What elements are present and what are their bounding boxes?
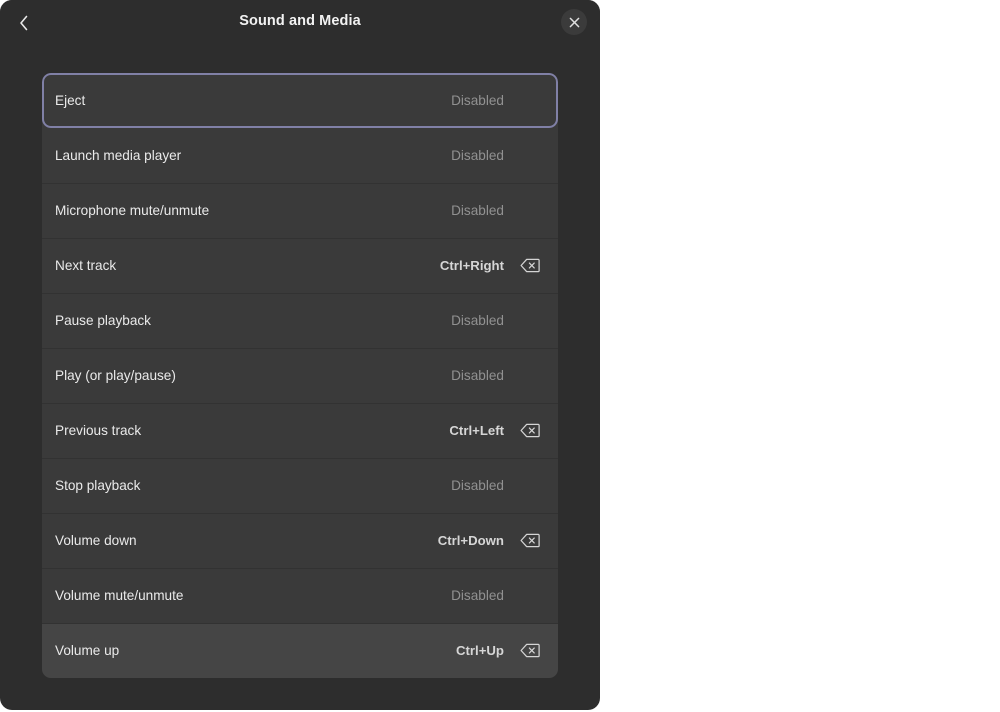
shortcut-list-container: Eject Disabled Launch media player Disabled… [42,73,558,678]
shortcut-name: Launch media player [55,148,182,163]
clear-icon-spacer [519,203,541,219]
backspace-clear-icon[interactable] [519,258,541,274]
backspace-clear-icon[interactable] [519,533,541,549]
shortcut-disabled-label: Disabled [451,148,504,163]
shortcut-row[interactable]: Stop playback Disabled [42,458,558,513]
backspace-clear-icon[interactable] [519,423,541,439]
shortcut-row[interactable]: Play (or play/pause) Disabled [42,348,558,403]
shortcut-accelerator: Ctrl+Left [449,423,504,438]
shortcut-name: Pause playback [55,313,151,328]
shortcut-row[interactable]: Volume mute/unmute Disabled [42,568,558,623]
shortcut-name: Stop playback [55,478,141,493]
shortcut-disabled-label: Disabled [451,203,504,218]
clear-icon-spacer [519,478,541,494]
sound-and-media-dialog: Sound and Media Eject Disabled Launch medi… [0,0,600,710]
shortcut-row[interactable]: Launch media player Disabled [42,128,558,183]
shortcut-name: Next track [55,258,117,273]
clear-icon-spacer [519,588,541,604]
shortcut-row[interactable]: Microphone mute/unmute Disabled [42,183,558,238]
clear-icon-spacer [519,368,541,384]
shortcut-disabled-label: Disabled [451,588,504,603]
clear-icon-spacer [519,313,541,329]
shortcut-row[interactable]: Volume up Ctrl+Up [42,623,558,678]
shortcut-name: Play (or play/pause) [55,368,176,383]
shortcut-accelerator: Ctrl+Up [456,643,504,658]
shortcut-name: Microphone mute/unmute [55,203,210,218]
shortcut-row[interactable]: Eject Disabled [42,73,558,128]
shortcut-disabled-label: Disabled [451,368,504,383]
close-button[interactable] [561,9,587,35]
close-icon [569,17,580,28]
shortcut-disabled-label: Disabled [451,93,504,108]
backspace-clear-icon[interactable] [519,643,541,659]
shortcut-row[interactable]: Pause playback Disabled [42,293,558,348]
clear-icon-spacer [519,93,541,109]
shortcut-disabled-label: Disabled [451,313,504,328]
shortcut-disabled-label: Disabled [451,478,504,493]
shortcut-name: Previous track [55,423,142,438]
shortcut-row[interactable]: Next track Ctrl+Right [42,238,558,293]
shortcut-accelerator: Ctrl+Right [439,258,504,273]
shortcut-name: Volume mute/unmute [55,588,184,603]
shortcut-row[interactable]: Previous track Ctrl+Left [42,403,558,458]
header-bar: Sound and Media [0,0,600,46]
page-title: Sound and Media [239,13,361,29]
shortcut-name: Volume up [55,643,120,658]
shortcut-row[interactable]: Volume down Ctrl+Down [42,513,558,568]
shortcut-name: Volume down [55,533,137,548]
shortcut-list: Eject Disabled Launch media player Disabled… [42,73,558,678]
clear-icon-spacer [519,148,541,164]
shortcut-accelerator: Ctrl+Down [437,533,504,548]
shortcut-name: Eject [55,93,86,108]
